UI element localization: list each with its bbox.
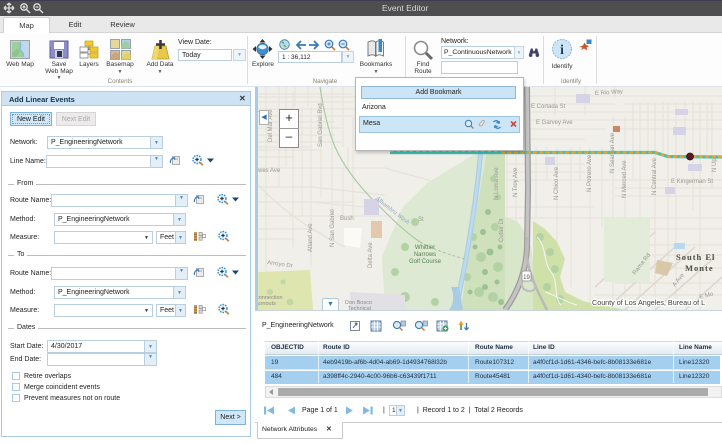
svg-text:N Central Ave: N Central Ave — [652, 157, 658, 195]
svg-text:N Chico Ave: N Chico Ave — [554, 166, 560, 200]
svg-text:N Troy Ave: N Troy Ave — [513, 167, 519, 197]
svg-text:South El: South El — [676, 252, 715, 262]
svg-text:Narrows: Narrows — [414, 252, 436, 258]
svg-text:Bush: Bush — [340, 216, 354, 222]
svg-text:St: St — [418, 217, 424, 223]
svg-text:i: i — [560, 42, 564, 57]
svg-text:Delta Ave: Delta Ave — [368, 242, 374, 268]
svg-text:N Seaman Ave: N Seaman Ave — [610, 132, 616, 173]
svg-text:E Cortada St: E Cortada St — [531, 104, 566, 110]
svg-text:N San Gabriel: N San Gabriel — [330, 209, 336, 247]
svg-text:N Loma Ave: N Loma Ave — [494, 167, 500, 200]
svg-text:Golf Course: Golf Course — [409, 259, 442, 265]
svg-text:San Gabriel Bvd: San Gabriel Bvd — [318, 103, 324, 147]
svg-text:wes Ave: wes Ave — [257, 168, 281, 174]
svg-text:N Merced Ave: N Merced Ave — [622, 160, 628, 198]
svg-text:N Potrero Ave: N Potrero Ave — [587, 154, 593, 192]
svg-text:Cutler Dr: Cutler Dr — [499, 218, 505, 242]
svg-text:Whittier: Whittier — [415, 245, 435, 251]
svg-text:N Up: N Up — [712, 158, 718, 172]
svg-text:turnouts: turnouts — [256, 301, 276, 307]
svg-text:E Garvey Ave: E Garvey Ave — [536, 120, 573, 126]
svg-text:County of Los Angeles, Bureau: County of Los Angeles, Bureau of L — [592, 298, 705, 307]
svg-text:Atland Ave: Atland Ave — [308, 223, 314, 252]
svg-text:19: 19 — [523, 275, 530, 281]
svg-text:Monte: Monte — [685, 263, 714, 273]
svg-text:E Kingerman St: E Kingerman St — [671, 179, 713, 185]
